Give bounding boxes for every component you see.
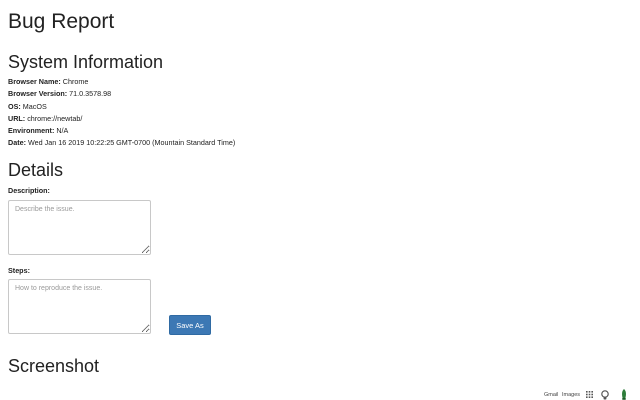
screenshot-heading: Screenshot bbox=[8, 356, 100, 376]
info-value: 71.0.3578.98 bbox=[69, 89, 112, 99]
info-label: URL bbox=[8, 113, 23, 123]
info-row-url: URL: chrome://newtab/ bbox=[8, 113, 83, 123]
info-value: Chrome bbox=[62, 77, 89, 86]
steps-field[interactable] bbox=[8, 279, 151, 334]
info-value: MacOS bbox=[22, 101, 47, 111]
info-row-browser-version: Browser Version: 71.0.3578.98 bbox=[8, 89, 112, 99]
google-bar: Gmail Images bbox=[530, 388, 640, 400]
info-value: N/A bbox=[56, 126, 69, 136]
info-row-browser-name: Browser Name: Chrome bbox=[8, 77, 89, 86]
save-as-button[interactable]: Save As bbox=[169, 315, 211, 335]
info-value: chrome://newtab/ bbox=[27, 113, 83, 123]
details-heading: Details bbox=[8, 160, 64, 180]
avatar[interactable] bbox=[618, 388, 630, 400]
info-row-os: OS: MacOS bbox=[8, 101, 47, 111]
info-row-date: Date: Wed Jan 16 2019 10:22:25 GMT-0700 … bbox=[8, 138, 236, 148]
steps-label: Steps: bbox=[8, 266, 30, 275]
info-label: Browser Name bbox=[8, 77, 59, 86]
info-label: OS bbox=[8, 101, 19, 111]
description-field[interactable] bbox=[8, 200, 151, 255]
images-link[interactable]: Images bbox=[562, 392, 580, 398]
page-title: Bug Report bbox=[8, 10, 115, 33]
info-label: Date bbox=[8, 138, 24, 148]
apps-grid-icon[interactable] bbox=[586, 391, 593, 398]
system-information-heading: System Information bbox=[8, 52, 164, 72]
info-row-environment: Environment: N/A bbox=[8, 126, 69, 136]
system-info-list: Browser Name: Chrome Browser Version: 71… bbox=[8, 76, 235, 150]
info-label: Environment bbox=[8, 126, 52, 136]
gmail-link[interactable]: Gmail bbox=[544, 392, 558, 398]
account-icon[interactable] bbox=[601, 390, 609, 400]
info-label: Browser Version bbox=[8, 89, 65, 99]
description-label: Description: bbox=[8, 186, 50, 195]
info-value: Wed Jan 16 2019 10:22:25 GMT-0700 (Mount… bbox=[28, 138, 236, 148]
